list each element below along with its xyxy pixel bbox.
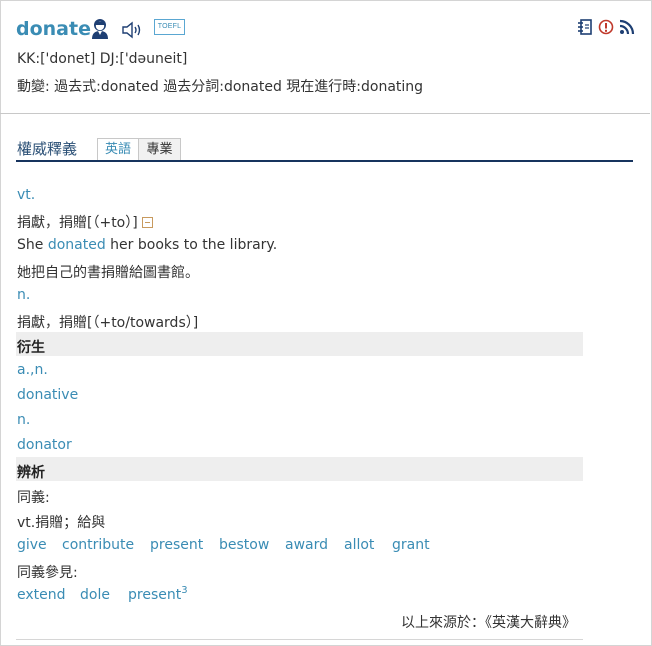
definition: 捐獻，捐贈[（+to）] <box>17 212 153 232</box>
example-prefix: She <box>17 237 48 253</box>
synonym-definition: vt.捐贈；給與 <box>17 515 106 531</box>
pos-label: n. <box>17 287 31 303</box>
example-highlight[interactable]: donated <box>48 237 106 253</box>
see-also-label: 同義參見: <box>17 565 78 581</box>
analysis-band <box>16 457 583 481</box>
section-divider <box>16 160 633 162</box>
toefl-badge: TOEFL <box>154 19 185 35</box>
see-also-link[interactable]: dole <box>80 587 110 603</box>
see-also-word[interactable]: present <box>128 587 181 603</box>
headword: donate <box>16 18 91 40</box>
section-title: 權威釋義 <box>17 140 78 158</box>
derived-item[interactable]: donative <box>17 387 78 403</box>
bottom-divider <box>16 639 583 640</box>
derived-item: a.,n. <box>17 362 48 378</box>
derived-band <box>16 332 583 356</box>
collapse-icon[interactable] <box>141 216 153 228</box>
synonym-link[interactable]: award <box>285 537 328 553</box>
speaker-icon[interactable] <box>121 21 143 39</box>
see-also-link[interactable]: present3 <box>128 585 188 603</box>
definition: 捐獻，捐贈[（+to/towards）] <box>17 315 199 331</box>
derived-item[interactable]: donator <box>17 437 72 453</box>
derived-item: n. <box>17 412 31 428</box>
report-icon[interactable] <box>598 19 614 35</box>
synonym-link[interactable]: bestow <box>219 537 269 553</box>
synonym-link[interactable]: grant <box>392 537 430 553</box>
example-translation: 她把自己的書捐贈給圖書館。 <box>17 265 199 281</box>
tab-english[interactable]: 英語 <box>97 138 139 161</box>
verb-forms: 動變: 過去式:donated 過去分詞:donated 現在進行時:donat… <box>17 79 424 95</box>
definition-text: 捐獻，捐贈[（+to）] <box>17 215 138 231</box>
derived-title: 衍生 <box>17 340 45 356</box>
notebook-icon[interactable] <box>577 19 593 35</box>
see-also-superscript: 3 <box>181 585 188 596</box>
person-icon[interactable] <box>90 18 110 40</box>
analysis-title: 辨析 <box>17 465 45 481</box>
pos-label: vt. <box>17 187 36 203</box>
example-sentence: She donated her books to the library. <box>17 237 277 253</box>
phonetics: KK:['donet] DJ:['dəuneit] <box>17 51 188 67</box>
word-header: donate TOEFL KK:['donet] DJ:['dəuneit] 動… <box>0 0 650 114</box>
synonym-link[interactable]: contribute <box>62 537 134 553</box>
source-note: 以上來源於：《英漢大辭典》 <box>401 615 576 631</box>
synonym-link[interactable]: present <box>150 537 203 553</box>
synonym-label: 同義: <box>17 490 50 506</box>
tab-professional[interactable]: 專業 <box>138 138 181 161</box>
synonym-link[interactable]: give <box>17 537 47 553</box>
see-also-link[interactable]: extend <box>17 587 66 603</box>
example-suffix: her books to the library. <box>105 237 278 253</box>
rss-icon[interactable] <box>619 19 635 35</box>
synonym-link[interactable]: allot <box>344 537 374 553</box>
